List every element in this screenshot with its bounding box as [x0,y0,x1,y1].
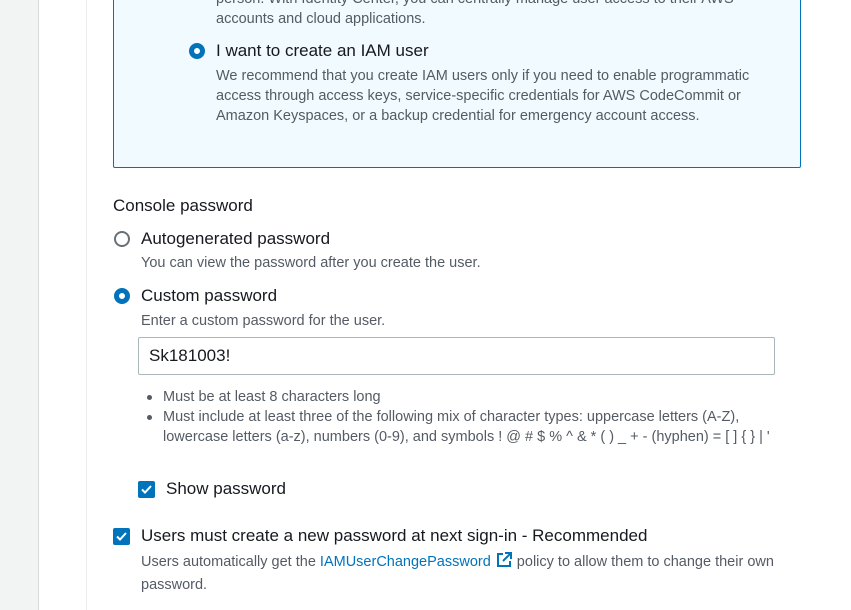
check-icon [116,532,127,541]
custom-password-input[interactable] [138,337,775,375]
identity-center-description: person. With Identity Center, you can ce… [216,0,734,27]
console-password-title: Console password [113,196,253,215]
require-reset-description: Users automatically get the IAMUserChang… [141,551,791,595]
password-requirements-list: Must be at least 8 characters long Must … [145,387,785,447]
autogenerated-password-description: You can view the password after you crea… [141,255,481,271]
card-border [86,0,87,610]
iam-user-label: I want to create an IAM user [216,41,429,60]
show-password-label[interactable]: Show password [166,478,286,500]
iam-user-description: We recommend that you create IAM users o… [216,68,750,124]
custom-password-radio[interactable] [114,288,130,304]
autogenerated-password-label[interactable]: Autogenerated password [141,228,330,250]
password-rule: Must include at least three of the follo… [145,407,785,447]
external-link-icon[interactable] [495,551,513,575]
check-icon [141,485,152,494]
require-reset-label[interactable]: Users must create a new password at next… [141,525,647,547]
autogenerated-password-radio[interactable] [114,231,130,247]
custom-password-description: Enter a custom password for the user. [141,313,386,329]
iam-user-radio[interactable] [189,43,205,59]
show-password-checkbox[interactable] [138,481,155,498]
custom-password-label[interactable]: Custom password [141,285,277,307]
iam-user-change-password-link[interactable]: IAMUserChangePassword [320,554,491,570]
require-reset-checkbox[interactable] [113,528,130,545]
password-rule: Must be at least 8 characters long [145,387,785,407]
